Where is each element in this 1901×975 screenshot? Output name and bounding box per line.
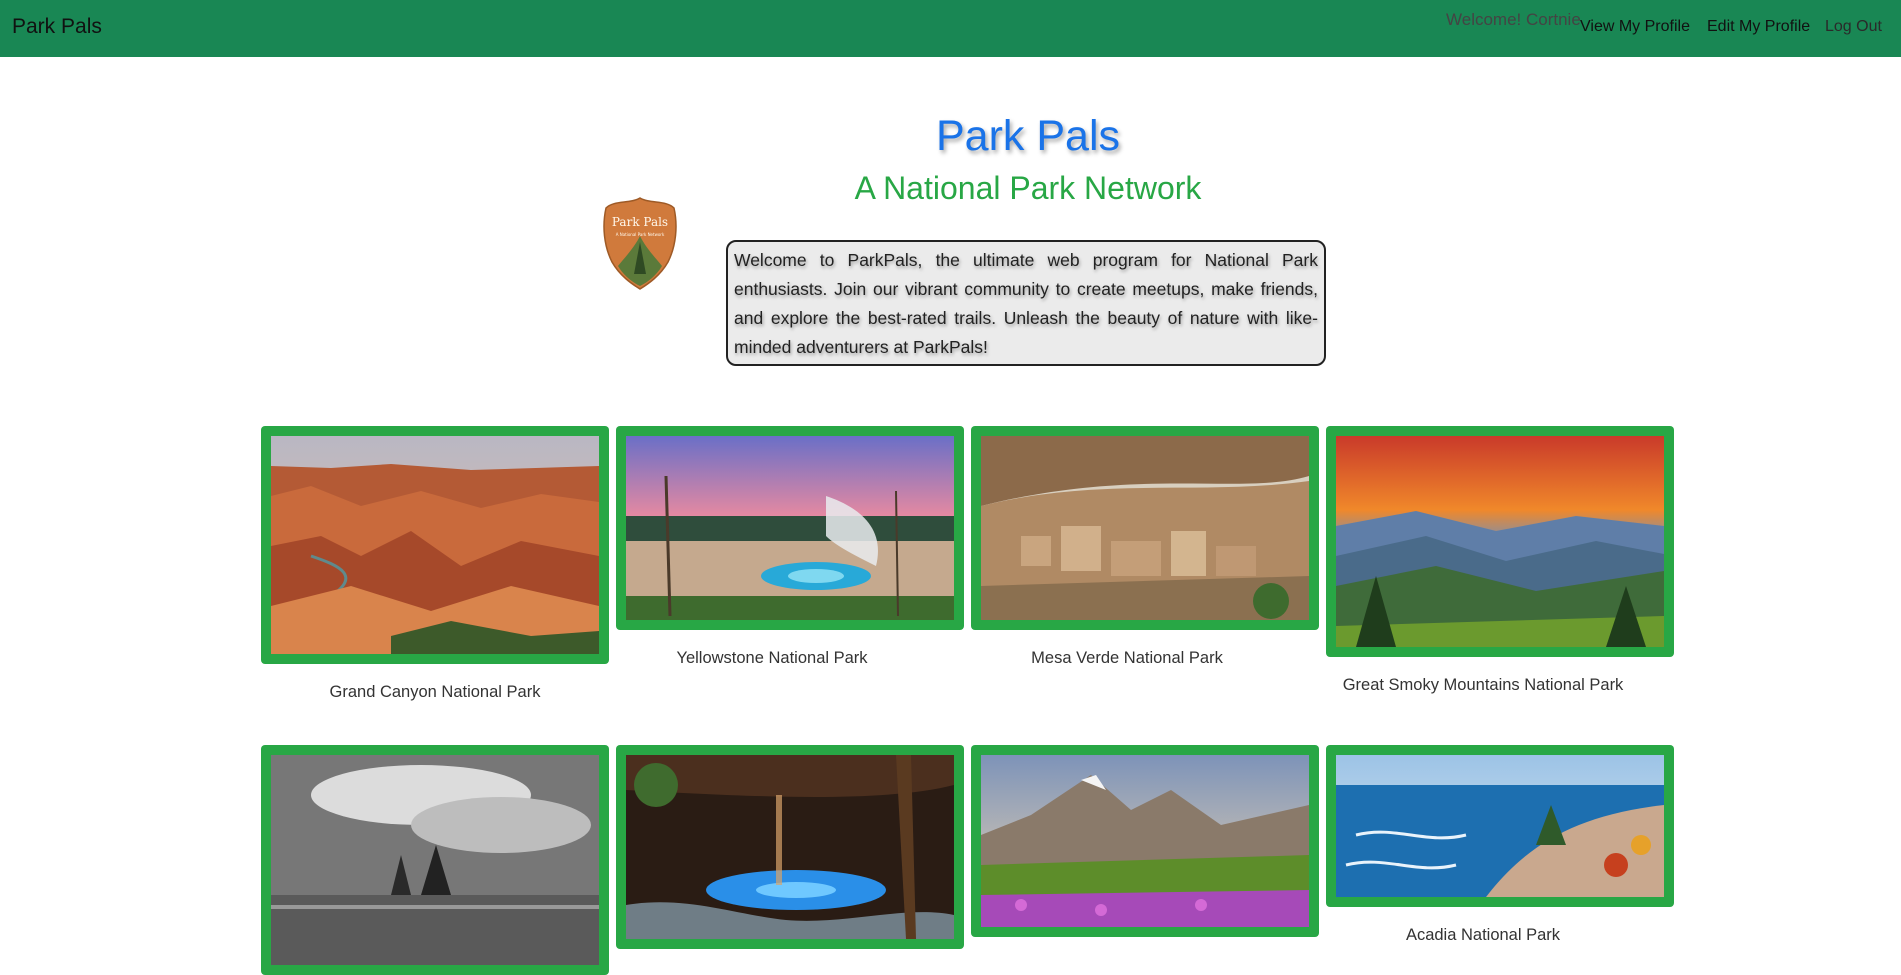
glacier-wildflowers-photo [981,755,1309,927]
grand-canyon-photo [271,436,599,654]
arrowhead-badge-icon: Park Pals A National Park Network [603,197,677,290]
welcome-text: Welcome! Cortnie [1446,10,1581,29]
park-caption-acadia[interactable]: Acadia National Park [1309,926,1657,945]
acadia-coast-photo [1336,755,1664,897]
park-caption-yellowstone[interactable]: Yellowstone National Park [598,649,946,668]
park-caption-grand-canyon[interactable]: Grand Canyon National Park [261,683,609,702]
view-profile-link[interactable]: View My Profile [1580,18,1690,36]
park-card-glacier[interactable] [971,745,1319,937]
park-card-grand-canyon[interactable] [261,426,609,664]
park-card-acadia[interactable] [1326,745,1674,907]
everglades-black-and-white-photo [271,755,599,965]
navbar: Park Pals Welcome! Cortnie View My Profi… [0,0,1901,57]
edit-profile-link[interactable]: Edit My Profile [1707,18,1810,36]
brand-link[interactable]: Park Pals [12,15,102,39]
logo-title: Park Pals [612,215,668,229]
intro-text: Welcome to ParkPals, the ultimate web pr… [726,240,1326,366]
cave-pool-photo [626,755,954,939]
yellowstone-geyser-photo [626,436,954,620]
park-card-yellowstone[interactable] [616,426,964,630]
park-card-great-smoky-mountains[interactable] [1326,426,1674,657]
logo-subtitle: A National Park Network [616,232,665,237]
smoky-mountains-sunset-photo [1336,436,1664,647]
park-card-everglades[interactable] [261,745,609,975]
page-title: Park Pals [935,112,1120,160]
park-pals-logo: Park Pals A National Park Network [600,196,680,290]
park-card-cave-pool[interactable] [616,745,964,949]
park-caption-mesa-verde[interactable]: Mesa Verde National Park [953,649,1301,668]
park-card-mesa-verde[interactable] [971,426,1319,630]
mesa-verde-cliff-dwellings-photo [981,436,1309,620]
page-subtitle: A National Park Network [854,170,1202,206]
logout-link[interactable]: Log Out [1825,18,1882,36]
park-caption-great-smoky-mountains[interactable]: Great Smoky Mountains National Park [1309,676,1657,695]
